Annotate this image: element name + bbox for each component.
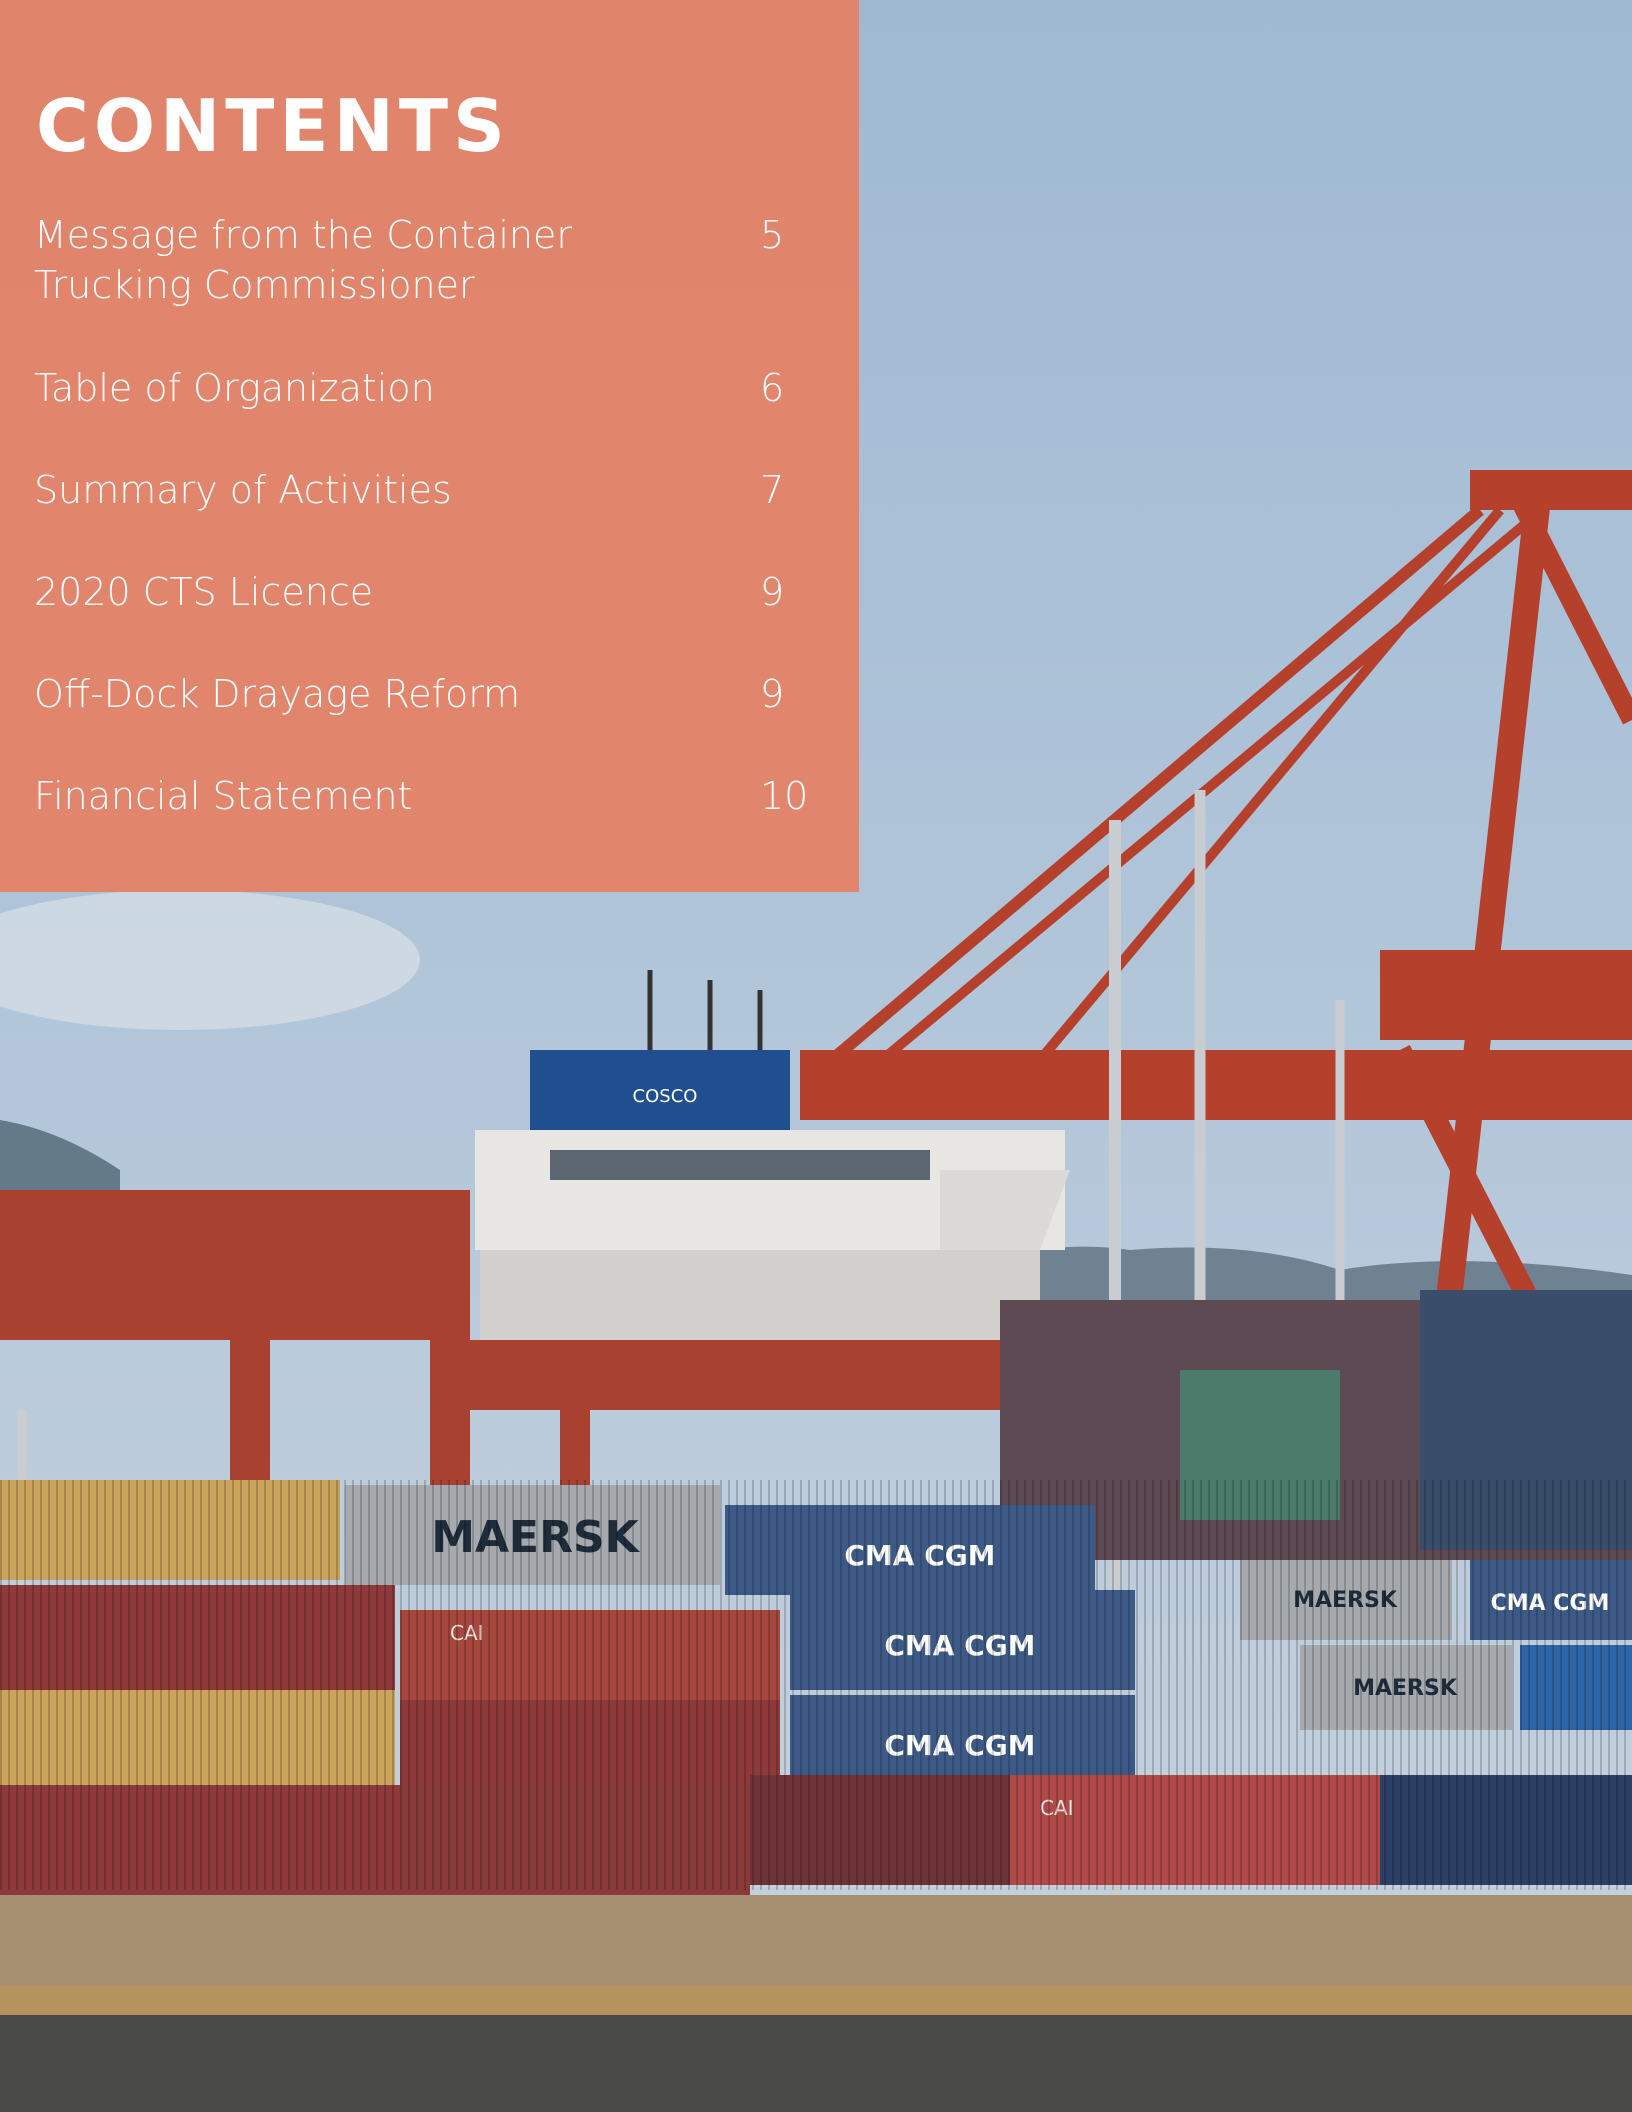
toc-entry-page-number: 5 (760, 213, 785, 257)
toc-entry-page-number: 6 (760, 366, 785, 410)
toc-entry-label: Table of Organization (34, 366, 435, 410)
toc-entry-page-number: 9 (760, 570, 785, 614)
toc-entry-page-number: 9 (760, 672, 785, 716)
toc-entry-page-number: 10 (760, 774, 809, 818)
rocky-shore (0, 2015, 1632, 2112)
toc-entry-label: 2020 CTS Licence (34, 570, 374, 614)
toc-entry-label: Message from the Container Trucking Comm… (34, 213, 572, 307)
toc-entry-page-number: 7 (760, 468, 785, 512)
toc-entry-label: Summary of Activities (34, 468, 452, 512)
svg-text:COSCO: COSCO (633, 1086, 698, 1107)
contents-heading: CONTENTS (36, 84, 510, 168)
container-stacks-foreground: MAERSK CMA CGM CAI CMA CGM MAERSK CMA CG… (0, 1480, 1632, 1985)
quay-wall (0, 1985, 1632, 2015)
toc-entry-label: Financial Statement (34, 774, 413, 818)
toc-entry-label: Off-Dock Drayage Reform (34, 672, 521, 716)
contents-panel: CONTENTS Message from the Container Truc… (0, 0, 859, 892)
